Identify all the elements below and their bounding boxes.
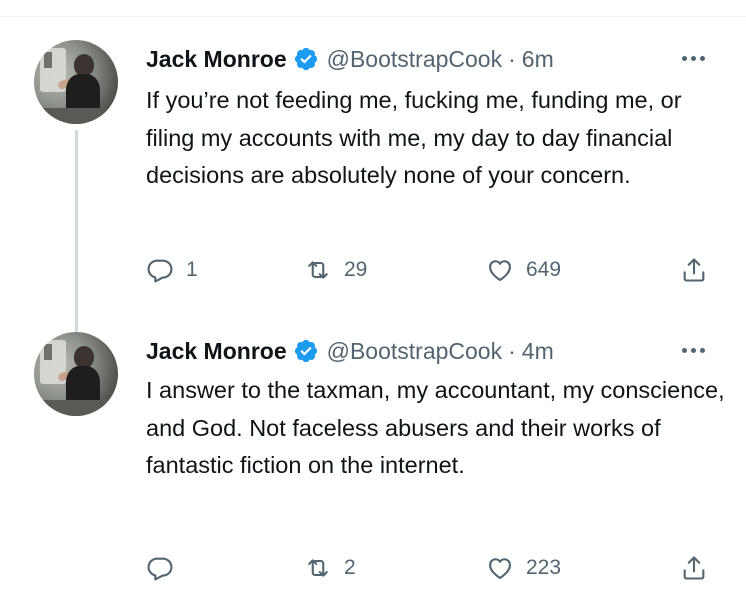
separator-dot: · [508, 45, 516, 72]
share-button[interactable] [680, 554, 708, 582]
reply-icon [146, 256, 174, 284]
author-handle[interactable]: @BootstrapCook [327, 46, 503, 73]
more-dots-icon[interactable] [682, 56, 705, 61]
share-icon [680, 554, 708, 582]
reply-button[interactable] [146, 554, 186, 582]
retweet-count: 2 [344, 556, 356, 579]
like-button[interactable]: 223 [486, 554, 561, 582]
tweet-header: Jack Monroe @BootstrapCook · 6m [146, 44, 554, 74]
reply-icon [146, 554, 174, 582]
separator-dot: · [508, 337, 516, 364]
retweet-icon [304, 554, 332, 582]
reply-count: 1 [186, 258, 198, 281]
top-divider [0, 16, 746, 17]
avatar[interactable] [34, 40, 118, 124]
tweet[interactable]: Jack Monroe @BootstrapCook · 6m If you’r… [0, 34, 746, 360]
retweet-button[interactable]: 2 [304, 554, 356, 582]
like-heart-icon [486, 256, 514, 284]
author-handle[interactable]: @BootstrapCook [327, 338, 503, 365]
tweet-text: I answer to the taxman, my accountant, m… [146, 377, 725, 478]
timestamp[interactable]: 6m [522, 46, 554, 73]
timestamp[interactable]: 4m [522, 338, 554, 365]
thread-connector-line [75, 130, 78, 360]
tweet-actions: 1 29 649 [146, 256, 726, 286]
avatar[interactable] [34, 332, 118, 416]
reply-button[interactable]: 1 [146, 256, 198, 284]
more-dots-icon[interactable] [682, 348, 705, 353]
tweet[interactable]: Jack Monroe @BootstrapCook · 4m I answer… [0, 328, 746, 596]
like-button[interactable]: 649 [486, 256, 561, 284]
retweet-button[interactable]: 29 [304, 256, 367, 284]
tweet-header: Jack Monroe @BootstrapCook · 4m [146, 336, 554, 366]
tweet-actions: 2 223 [146, 554, 726, 584]
like-count: 649 [526, 258, 562, 281]
like-count: 223 [526, 556, 562, 579]
share-button[interactable] [680, 256, 708, 284]
verified-badge-icon [293, 46, 319, 72]
retweet-count: 29 [344, 258, 368, 281]
like-heart-icon [486, 554, 514, 582]
share-icon [680, 256, 708, 284]
author-name[interactable]: Jack Monroe [146, 338, 287, 365]
tweet-text: If you’re not feeding me, fucking me, fu… [146, 87, 682, 188]
verified-badge-icon [293, 338, 319, 364]
author-name[interactable]: Jack Monroe [146, 46, 287, 73]
retweet-icon [304, 256, 332, 284]
